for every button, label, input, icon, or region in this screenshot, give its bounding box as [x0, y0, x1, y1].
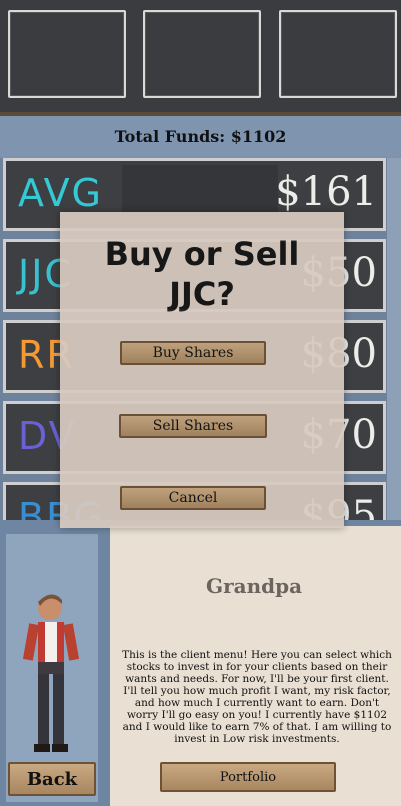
stock-list-scrollbar[interactable]: [387, 158, 401, 520]
cancel-button[interactable]: Cancel: [120, 486, 266, 510]
stock-symbol: AVG: [18, 171, 104, 215]
stock-price: $161: [275, 169, 377, 215]
chalk-slot-1[interactable]: [8, 10, 126, 98]
chalk-slot-2[interactable]: [143, 10, 261, 98]
chalk-slot-3[interactable]: [279, 10, 397, 98]
dialog-title-line-2: JJC?: [169, 275, 235, 313]
grandpa-avatar: [22, 594, 80, 775]
client-name: Grandpa: [206, 574, 303, 598]
portfolio-button[interactable]: Portfolio: [160, 762, 336, 792]
dialog-title-line-1: Buy or Sell: [104, 235, 300, 273]
back-button[interactable]: Back: [8, 762, 96, 796]
total-funds: Total Funds: $1102: [0, 116, 401, 156]
buy-sell-dialog: Buy or Sell JJC? Buy Shares Sell Shares …: [60, 212, 344, 528]
client-message: This is the client menu! Here you can se…: [122, 649, 392, 745]
sell-shares-button[interactable]: Sell Shares: [119, 414, 267, 438]
dialog-title: Buy or Sell JJC?: [60, 234, 344, 314]
top-chalkboard: [0, 0, 401, 116]
buy-shares-button[interactable]: Buy Shares: [120, 341, 266, 365]
